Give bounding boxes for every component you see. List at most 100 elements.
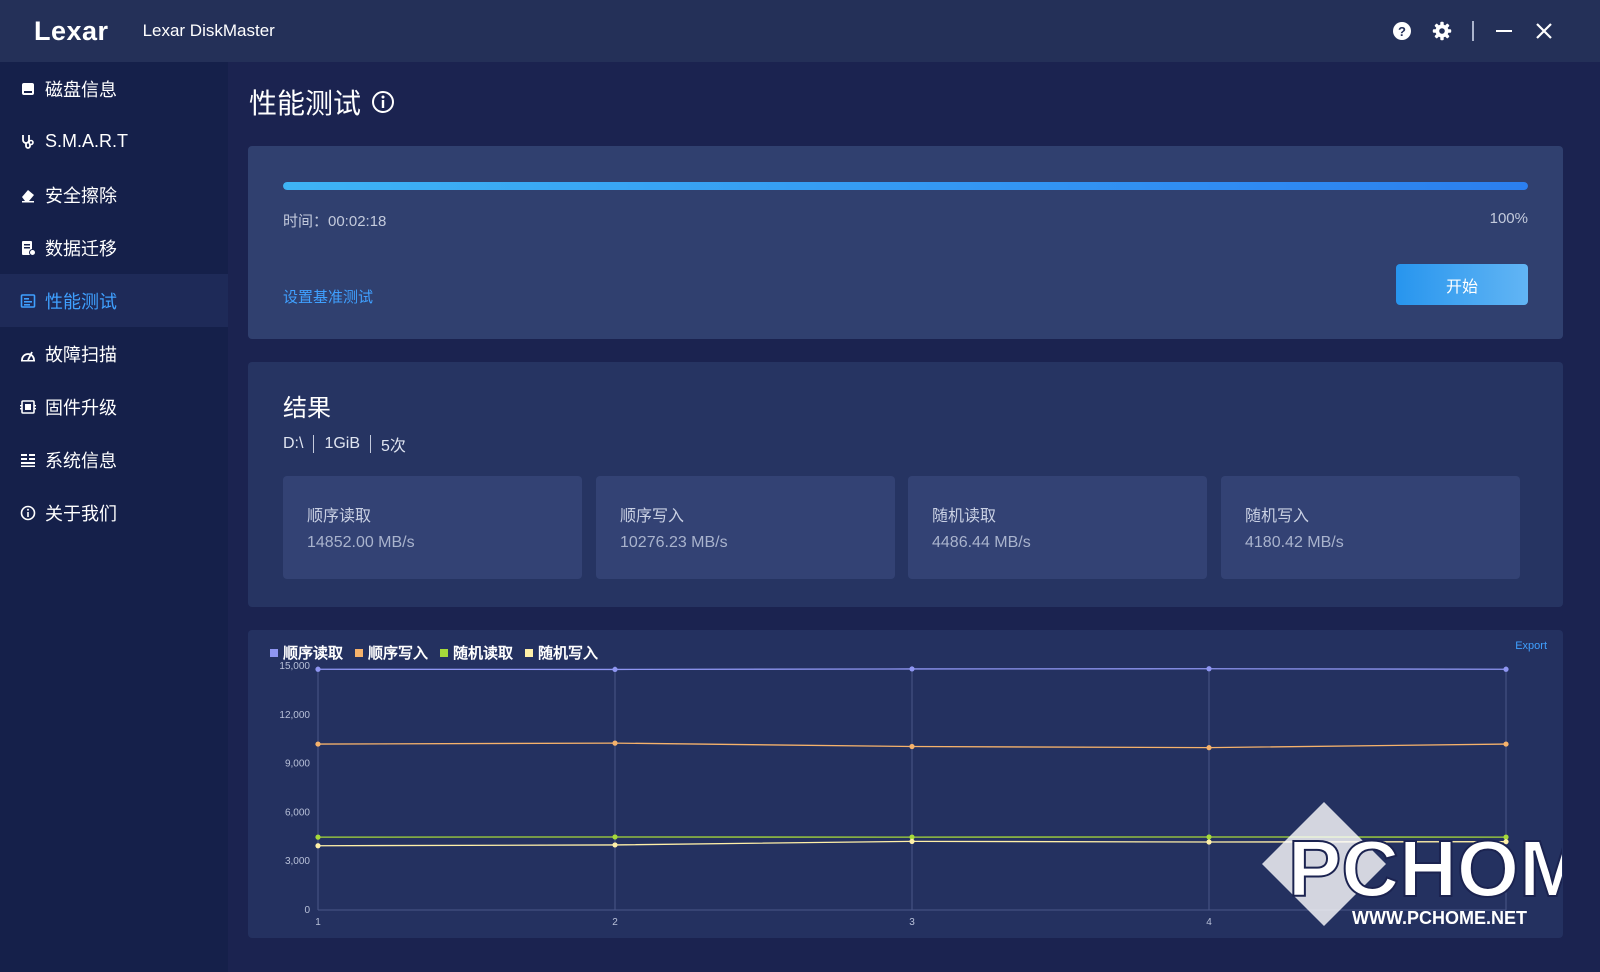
data-point bbox=[612, 834, 618, 840]
x-tick-label: 3 bbox=[909, 917, 915, 928]
x-tick-label: 4 bbox=[1206, 917, 1212, 928]
legend-item[interactable]: 顺序写入 bbox=[355, 642, 428, 663]
x-tick-label: 2 bbox=[612, 917, 618, 928]
eraser-icon bbox=[19, 186, 37, 204]
data-point bbox=[909, 666, 915, 672]
sidebar-item-label: 安全擦除 bbox=[45, 185, 117, 206]
results-title: 结果 bbox=[283, 395, 331, 422]
y-tick-label: 6,000 bbox=[285, 807, 310, 818]
sidebar-item-disk-info[interactable]: 磁盘信息 bbox=[0, 62, 228, 115]
elapsed-time: 时间：00:02:18 bbox=[283, 213, 387, 230]
test-count: 5次 bbox=[381, 438, 406, 455]
sidebar-item-label: 磁盘信息 bbox=[45, 79, 117, 100]
sidebar-item-smart[interactable]: S.M.A.R.T bbox=[0, 115, 228, 168]
firmware-icon bbox=[19, 398, 37, 416]
stat-label: 随机读取 bbox=[932, 508, 997, 525]
sidebar: 磁盘信息 S.M.A.R.T 安全擦除 数据迁移 性能测试 故障扫描 固件升级 … bbox=[0, 62, 228, 972]
page-title-text: 性能测试 bbox=[249, 88, 362, 119]
y-tick-label: 9,000 bbox=[285, 759, 310, 770]
data-point bbox=[1206, 745, 1212, 751]
info-icon[interactable] bbox=[371, 90, 395, 114]
legend-swatch bbox=[525, 648, 534, 657]
lexar-logo: Lexar bbox=[34, 15, 109, 46]
meta-divider bbox=[313, 435, 315, 453]
data-point bbox=[909, 743, 915, 750]
benchmark-icon bbox=[19, 292, 37, 310]
legend-swatch bbox=[440, 648, 449, 657]
close-icon[interactable] bbox=[1524, 11, 1564, 51]
progress-percent: 100% bbox=[1489, 210, 1528, 227]
migrate-icon bbox=[19, 239, 37, 257]
legend-label: 顺序读取 bbox=[283, 645, 344, 662]
stat-value: 14852.00 MB/s bbox=[307, 534, 415, 551]
sidebar-item-system-info[interactable]: 系统信息 bbox=[0, 433, 228, 486]
data-point bbox=[315, 834, 321, 840]
start-button[interactable]: 开始 bbox=[1396, 264, 1528, 305]
benchmark-settings-link[interactable]: 设置基准测试 bbox=[283, 286, 373, 307]
test-size: 1GiB bbox=[324, 435, 361, 452]
window-controls: ? bbox=[1382, 0, 1564, 62]
data-point bbox=[315, 666, 321, 672]
help-icon[interactable]: ? bbox=[1382, 11, 1422, 51]
legend-label: 顺序写入 bbox=[368, 645, 429, 662]
legend-label: 随机读取 bbox=[453, 645, 514, 662]
sysinfo-icon bbox=[19, 451, 37, 469]
y-tick-label: 3,000 bbox=[285, 856, 310, 867]
y-tick-label: 12,000 bbox=[279, 710, 310, 721]
legend-swatch bbox=[355, 648, 364, 657]
minimize-icon[interactable] bbox=[1484, 11, 1524, 51]
sidebar-item-label: 系统信息 bbox=[45, 450, 117, 471]
sidebar-item-label: 性能测试 bbox=[45, 291, 117, 312]
stat-seq-read: 顺序读取 14852.00 MB/s bbox=[283, 476, 582, 579]
stat-value: 10276.23 MB/s bbox=[620, 534, 728, 551]
page-title: 性能测试 bbox=[249, 82, 395, 122]
gear-icon[interactable] bbox=[1422, 11, 1462, 51]
legend-swatch bbox=[270, 648, 278, 657]
chart-card: 0 3,000 6,000 9,000 12,000 15,000 1 2 3 4 顺序读取 顺序… bbox=[248, 630, 1563, 938]
sidebar-item-benchmark[interactable]: 性能测试 bbox=[0, 274, 228, 327]
data-point bbox=[1206, 834, 1212, 840]
sidebar-item-label: 固件升级 bbox=[45, 397, 117, 418]
legend-item[interactable]: 随机读取 bbox=[440, 642, 513, 663]
meta-divider bbox=[370, 435, 372, 453]
data-point bbox=[909, 838, 915, 844]
stat-label: 顺序写入 bbox=[620, 508, 685, 525]
data-point bbox=[315, 843, 321, 849]
legend-label: 随机写入 bbox=[538, 645, 599, 662]
results-card: 结果 D:\ 1GiB 5次 顺序读取 14852.00 MB/s 顺序写入 1… bbox=[248, 362, 1563, 607]
sidebar-item-label: 关于我们 bbox=[45, 503, 117, 524]
stat-rand-read: 随机读取 4486.44 MB/s bbox=[908, 476, 1207, 579]
chart-legend: 顺序读取 顺序写入 随机读取 随机写入 bbox=[270, 642, 610, 663]
progress-card: 时间：00:02:18 100% 设置基准测试 开始 bbox=[248, 146, 1563, 339]
export-link[interactable]: Export bbox=[1515, 640, 1547, 652]
stat-rand-write: 随机写入 4180.42 MB/s bbox=[1221, 476, 1520, 579]
about-icon bbox=[19, 504, 37, 522]
data-point bbox=[1206, 839, 1212, 845]
sidebar-item-secure-erase[interactable]: 安全擦除 bbox=[0, 168, 228, 221]
data-point bbox=[1503, 834, 1509, 840]
data-point bbox=[1503, 839, 1509, 845]
x-tick-label: 1 bbox=[315, 917, 321, 928]
sidebar-item-firmware[interactable]: 固件升级 bbox=[0, 380, 228, 433]
sidebar-item-fault-scan[interactable]: 故障扫描 bbox=[0, 327, 228, 380]
data-point bbox=[612, 740, 618, 746]
disk-icon bbox=[19, 80, 37, 98]
legend-item[interactable]: 顺序读取 bbox=[270, 642, 343, 663]
app-title: Lexar DiskMaster bbox=[142, 21, 275, 40]
stat-value: 4180.42 MB/s bbox=[1245, 534, 1344, 551]
sidebar-item-label: 数据迁移 bbox=[45, 238, 117, 259]
stat-label: 随机写入 bbox=[1245, 508, 1310, 525]
sidebar-item-about[interactable]: 关于我们 bbox=[0, 486, 228, 539]
stethoscope-icon bbox=[19, 133, 37, 151]
scan-icon bbox=[19, 345, 37, 363]
svg-text:?: ? bbox=[1398, 24, 1406, 39]
data-point bbox=[315, 741, 321, 747]
sidebar-item-label: 故障扫描 bbox=[45, 344, 117, 365]
title-bar: Lexar Lexar DiskMaster ? bbox=[0, 0, 1600, 62]
results-meta: D:\ 1GiB 5次 bbox=[283, 432, 406, 456]
legend-item[interactable]: 随机写入 bbox=[525, 642, 598, 663]
sidebar-item-data-migration[interactable]: 数据迁移 bbox=[0, 221, 228, 274]
y-tick-label: 0 bbox=[304, 905, 310, 916]
data-point bbox=[612, 842, 618, 848]
progress-bar bbox=[283, 182, 1528, 190]
